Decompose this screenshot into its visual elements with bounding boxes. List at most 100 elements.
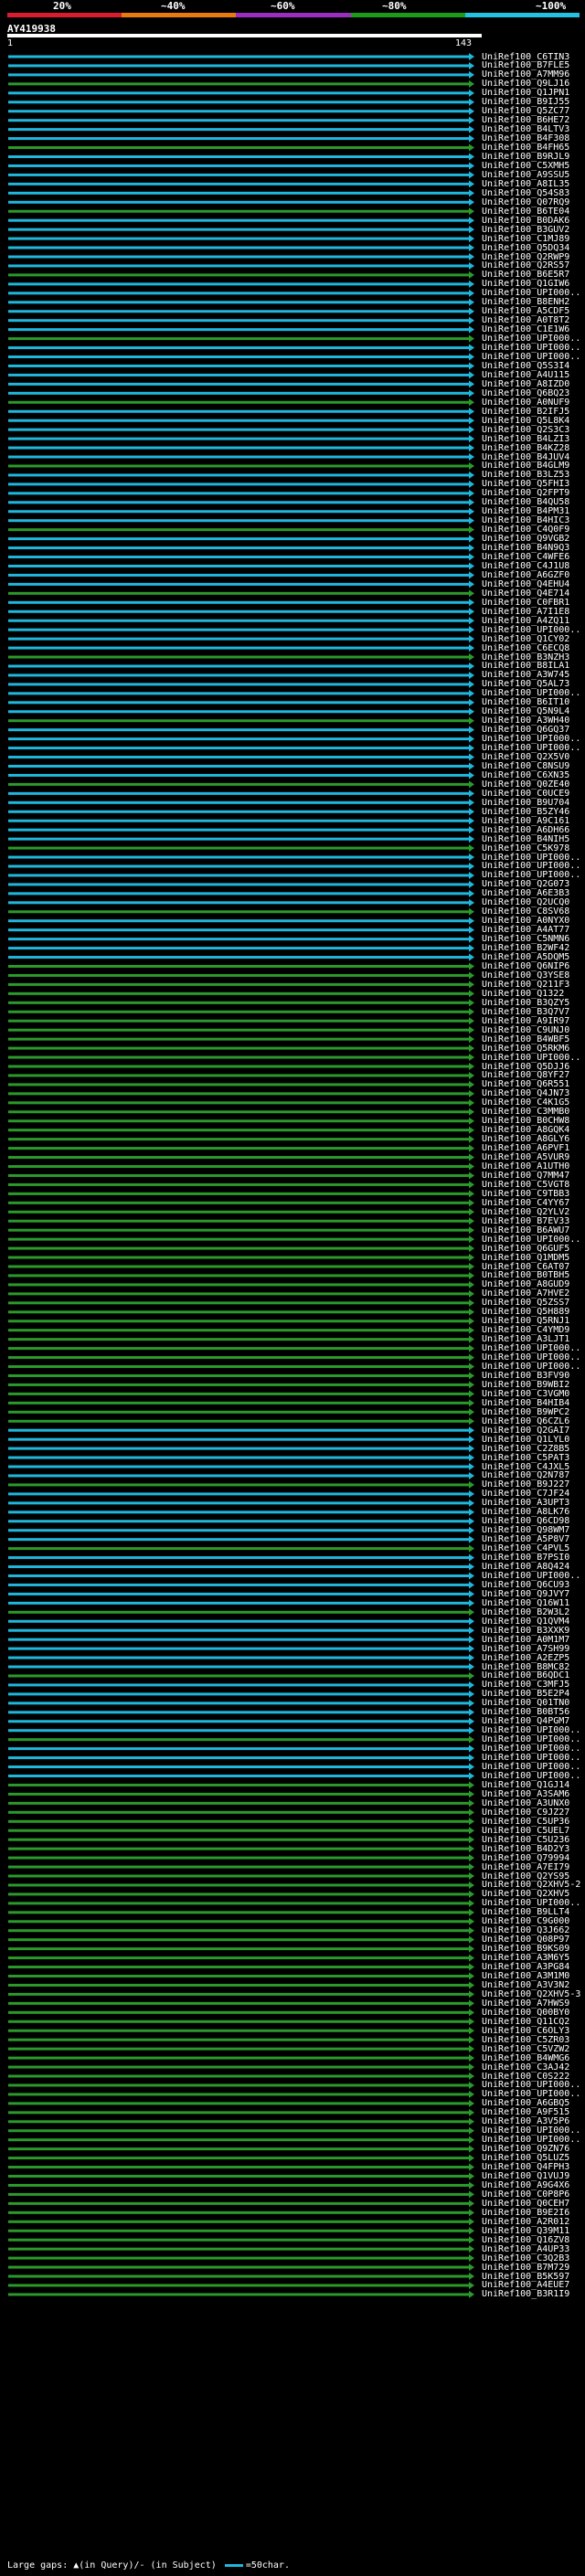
hit-bar[interactable] [8, 1110, 469, 1114]
hit-bar[interactable] [8, 2166, 469, 2169]
hit-bar[interactable] [8, 2047, 469, 2051]
hit-bar[interactable] [8, 428, 469, 431]
hit-bar[interactable] [8, 1511, 469, 1514]
hit-bar[interactable] [8, 1947, 469, 1951]
hit-bar[interactable] [8, 282, 469, 286]
hit-bar[interactable] [8, 1756, 469, 1760]
hit-bar[interactable] [8, 2093, 469, 2096]
hit-bar[interactable] [8, 1792, 469, 1796]
hit-bar[interactable] [8, 1665, 469, 1669]
hit-bar[interactable] [8, 928, 469, 932]
hit-bar[interactable] [8, 1983, 469, 1987]
hit-bar[interactable] [8, 1838, 469, 1841]
hit-bar[interactable] [8, 710, 469, 714]
hit-bar[interactable] [8, 1173, 469, 1177]
hit-bar[interactable] [8, 1246, 469, 1250]
hit-bar[interactable] [8, 910, 469, 914]
hit-bar[interactable] [8, 537, 469, 541]
hit-bar[interactable] [8, 1165, 469, 1169]
hit-bar[interactable] [8, 292, 469, 295]
hit-bar[interactable] [8, 810, 469, 813]
hit-bar[interactable] [8, 2265, 469, 2269]
hit-bar[interactable] [8, 2247, 469, 2251]
hit-bar[interactable] [8, 91, 469, 95]
hit-bar[interactable] [8, 1774, 469, 1777]
hit-bar[interactable] [8, 1129, 469, 1132]
hit-bar[interactable] [8, 1028, 469, 1032]
hit-bar[interactable] [8, 1720, 469, 1723]
hit-bar[interactable] [8, 600, 469, 604]
hit-bar[interactable] [8, 1592, 469, 1595]
hit-bar[interactable] [8, 938, 469, 941]
hit-bar[interactable] [8, 164, 469, 167]
hit-bar[interactable] [8, 573, 469, 577]
hit-bar[interactable] [8, 1574, 469, 1577]
hit-bar[interactable] [8, 273, 469, 277]
hit-bar[interactable] [8, 1520, 469, 1523]
hit-bar[interactable] [8, 855, 469, 859]
hit-bar[interactable] [8, 1556, 469, 1560]
hit-bar[interactable] [8, 128, 469, 132]
hit-bar[interactable] [8, 782, 469, 786]
hit-bar[interactable] [8, 1674, 469, 1678]
hit-bar[interactable] [8, 1138, 469, 1141]
hit-bar[interactable] [8, 1783, 469, 1786]
hit-bar[interactable] [8, 319, 469, 323]
hit-bar[interactable] [8, 191, 469, 195]
hit-bar[interactable] [8, 1092, 469, 1096]
hit-bar[interactable] [8, 728, 469, 732]
hit-bar[interactable] [8, 2102, 469, 2105]
hit-bar[interactable] [8, 1565, 469, 1569]
hit-bar[interactable] [8, 2183, 469, 2187]
hit-bar[interactable] [8, 1865, 469, 1869]
hit-bar[interactable] [8, 956, 469, 959]
hit-bar[interactable] [8, 228, 469, 231]
hit-bar[interactable] [8, 492, 469, 495]
hit-bar[interactable] [8, 2220, 469, 2223]
hit-bar[interactable] [8, 1692, 469, 1696]
hit-bar[interactable] [8, 473, 469, 477]
hit-bar[interactable] [8, 2056, 469, 2060]
hit-bar[interactable] [8, 791, 469, 795]
hit-bar[interactable] [8, 2229, 469, 2232]
hit-bar[interactable] [8, 2138, 469, 2142]
hit-bar[interactable] [8, 1583, 469, 1586]
hit-bar[interactable] [8, 546, 469, 550]
hit-bar[interactable] [8, 346, 469, 350]
hit-bar[interactable] [8, 2038, 469, 2041]
hit-bar[interactable] [8, 464, 469, 468]
hit-bar[interactable] [8, 756, 469, 759]
hit-bar[interactable] [8, 1019, 469, 1023]
hit-bar[interactable] [8, 747, 469, 750]
hit-bar[interactable] [8, 264, 469, 268]
hit-bar[interactable] [8, 1529, 469, 1532]
hit-bar[interactable] [8, 1701, 469, 1705]
hit-bar[interactable] [8, 1801, 469, 1805]
hit-bar[interactable] [8, 1956, 469, 1960]
hit-label[interactable]: UniRef100_B3R1I9 [482, 2289, 569, 2299]
hit-bar[interactable] [8, 2120, 469, 2124]
hit-bar[interactable] [8, 683, 469, 686]
hit-bar[interactable] [8, 82, 469, 86]
hit-bar[interactable] [8, 1338, 469, 1341]
hit-bar[interactable] [8, 101, 469, 104]
hit-bar[interactable] [8, 1883, 469, 1887]
hit-bar[interactable] [8, 1192, 469, 1195]
hit-bar[interactable] [8, 2074, 469, 2078]
hit-bar[interactable] [8, 1419, 469, 1423]
hit-bar[interactable] [8, 737, 469, 741]
hit-bar[interactable] [8, 1001, 469, 1004]
hit-bar[interactable] [8, 1447, 469, 1450]
hit-bar[interactable] [8, 382, 469, 386]
hit-bar[interactable] [8, 1310, 469, 1314]
hit-bar[interactable] [8, 1874, 469, 1878]
hit-bar[interactable] [8, 73, 469, 77]
hit-bar[interactable] [8, 837, 469, 841]
hit-bar[interactable] [8, 701, 469, 705]
hit-bar[interactable] [8, 1182, 469, 1186]
hit-bar[interactable] [8, 218, 469, 222]
hit-bar[interactable] [8, 1219, 469, 1223]
hit-bar[interactable] [8, 400, 469, 404]
hit-bar[interactable] [8, 2029, 469, 2032]
hit-bar[interactable] [8, 510, 469, 514]
